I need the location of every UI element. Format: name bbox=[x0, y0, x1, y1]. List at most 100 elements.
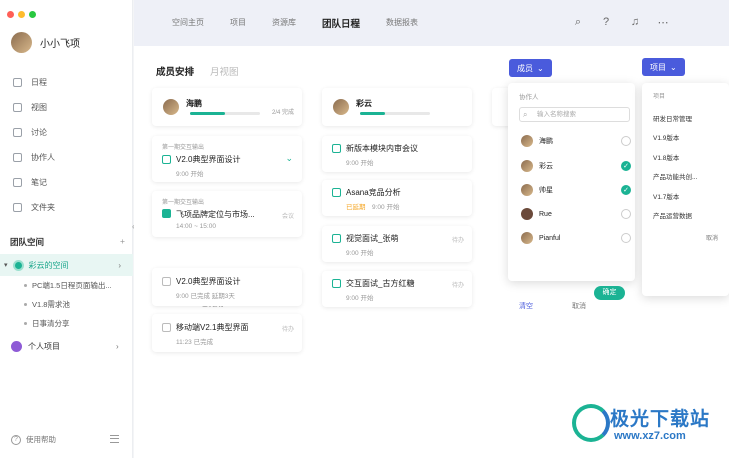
help-label: 使用帮助 bbox=[26, 435, 56, 444]
task-checkbox[interactable] bbox=[162, 155, 171, 164]
member-option[interactable]: 彩云 ✓ bbox=[521, 160, 631, 172]
task-card[interactable]: 新版本模块内审会议 9:00 开始 bbox=[322, 136, 472, 172]
member-radio[interactable] bbox=[621, 209, 631, 219]
sidebar-item-discussion[interactable]: 讨论 bbox=[0, 120, 133, 145]
project-option[interactable]: 产品功能共创... bbox=[653, 171, 697, 181]
chevron-right-icon[interactable]: › bbox=[118, 261, 121, 270]
space-item[interactable]: 日事清分享 bbox=[24, 318, 70, 329]
task-checkbox[interactable] bbox=[332, 144, 341, 153]
sidebar-item-active-space[interactable]: ▾ 彩云的空间 › bbox=[0, 254, 133, 276]
member-option[interactable]: Rue bbox=[521, 208, 631, 220]
cancel-button[interactable]: 取消 bbox=[572, 301, 586, 311]
chevron-right-icon[interactable]: › bbox=[116, 342, 119, 351]
space-item[interactable]: PC端1.5日程页面输出... bbox=[24, 280, 112, 291]
sidebar-item-label: 日程 bbox=[31, 78, 47, 87]
cancel-button[interactable]: 取消 bbox=[706, 233, 718, 242]
member-card[interactable]: 彩云 bbox=[322, 88, 472, 126]
caret-down-icon[interactable]: ▾ bbox=[4, 261, 8, 269]
avatar bbox=[521, 135, 533, 147]
task-card-done[interactable]: V2.0典型界面设计 9:00 已完成 延期3天 bbox=[152, 268, 302, 306]
clear-button[interactable]: 清空 bbox=[519, 301, 533, 311]
member-radio-checked[interactable]: ✓ bbox=[621, 161, 631, 171]
minimize-window-button[interactable] bbox=[18, 11, 25, 18]
member-option[interactable]: 帅星 ✓ bbox=[521, 184, 631, 196]
task-checkbox[interactable] bbox=[332, 188, 341, 197]
task-tag: 待办 bbox=[451, 283, 464, 289]
progress-text: 2/4 完成 bbox=[271, 110, 294, 116]
member-option[interactable]: Pianful bbox=[521, 232, 631, 244]
project-option[interactable]: V1.9版本 bbox=[653, 132, 679, 142]
task-checkbox[interactable] bbox=[332, 279, 341, 288]
member-name: 海鹏 bbox=[186, 98, 202, 108]
task-card[interactable]: 第一期交互输出 飞项品牌定位与市场... 14:00 ~ 15:00 会议 bbox=[152, 191, 302, 237]
member-radio[interactable] bbox=[621, 136, 631, 146]
tab-member-schedule[interactable]: 成员安排 bbox=[156, 64, 194, 78]
space-item[interactable]: V1.8需求池 bbox=[24, 299, 70, 310]
progress-bar bbox=[190, 112, 260, 115]
tab-team-schedule[interactable]: 团队日程 bbox=[322, 16, 360, 30]
sidebar-item-notes[interactable]: 笔记 bbox=[0, 170, 133, 195]
members-button-label: 成员 bbox=[517, 63, 533, 73]
main-content: 成员安排 月视图 成员 ⌄ 项目 ⌄ 海鹏 2/4 完成 第一期交互输出 V2.0典… bbox=[134, 46, 729, 458]
avatar bbox=[163, 99, 179, 115]
tab-data-report[interactable]: 数据报表 bbox=[386, 17, 418, 30]
tab-resources[interactable]: 资源库 bbox=[272, 17, 296, 30]
personal-label: 个人项目 bbox=[28, 342, 60, 351]
members-filter-button[interactable]: 成员 ⌄ bbox=[509, 59, 552, 77]
progress-fill bbox=[360, 112, 385, 115]
task-card[interactable]: Asana竞品分析 已延期 9:00 开始 bbox=[322, 180, 472, 216]
task-card[interactable]: 交互面试_古方红糖 9:00 开始 待办 bbox=[322, 271, 472, 307]
project-option[interactable]: 产品运营数据 bbox=[653, 210, 692, 220]
task-checkbox[interactable] bbox=[332, 234, 341, 243]
member-card[interactable]: 海鹏 2/4 完成 bbox=[152, 88, 302, 126]
task-card-done[interactable]: 移动端V2.1典型界面 11:23 已完成 待办 bbox=[152, 314, 302, 352]
add-space-button[interactable]: + bbox=[120, 236, 125, 248]
space-item-label: 日事清分享 bbox=[32, 319, 70, 328]
close-window-button[interactable] bbox=[7, 11, 14, 18]
tab-month-view[interactable]: 月视图 bbox=[210, 64, 239, 78]
avatar bbox=[521, 184, 533, 196]
sidebar-item-personal[interactable]: 个人项目 › bbox=[11, 341, 119, 352]
task-checkbox[interactable] bbox=[162, 277, 171, 286]
avatar bbox=[333, 99, 349, 115]
project-filter-button[interactable]: 项目 ⌄ bbox=[642, 58, 685, 76]
sidebar-item-label: 文件夹 bbox=[31, 203, 55, 212]
task-title: 新版本模块内审会议 bbox=[346, 144, 418, 153]
more-icon[interactable]: ⋯ bbox=[656, 16, 670, 30]
task-overdue: 已延期 bbox=[346, 204, 366, 211]
member-radio[interactable] bbox=[621, 233, 631, 243]
sidebar-item-view[interactable]: 视图 bbox=[0, 95, 133, 120]
task-tag: 会议 bbox=[281, 214, 294, 220]
task-card[interactable]: 第一期交互输出 V2.0典型界面设计 9:00 开始 ⌄ bbox=[152, 136, 302, 182]
help-icon[interactable]: ? bbox=[599, 16, 613, 30]
chevron-down-icon: ⌄ bbox=[537, 63, 544, 73]
watermark-text: 极光下载站 bbox=[610, 409, 711, 430]
project-option[interactable]: 研发日常管理 bbox=[653, 113, 692, 123]
member-option[interactable]: 海鹏 bbox=[521, 135, 631, 147]
sidebar-item-collaborators[interactable]: 协作人 bbox=[0, 145, 133, 170]
watermark: 极光下载站 www.xz7.com bbox=[570, 398, 720, 450]
space-label: 彩云的空间 bbox=[28, 260, 69, 270]
tab-projects[interactable]: 项目 bbox=[230, 17, 246, 30]
task-card[interactable]: 视觉面试_张萌 9:00 开始 待办 bbox=[322, 226, 472, 262]
task-meta: 9:00 开始 bbox=[346, 295, 374, 302]
member-search-input[interactable]: 输入名称搜索 bbox=[519, 107, 630, 122]
view-icon bbox=[13, 103, 22, 112]
sidebar-item-folder[interactable]: 文件夹 bbox=[0, 195, 133, 220]
help-link[interactable]: ? 使用帮助 bbox=[11, 434, 56, 445]
tab-space-home[interactable]: 空间主页 bbox=[172, 17, 204, 30]
maximize-window-button[interactable] bbox=[29, 11, 36, 18]
sidebar-item-schedule[interactable]: 日程 bbox=[0, 70, 133, 95]
task-checkbox[interactable] bbox=[162, 323, 171, 332]
confirm-button[interactable]: 确定 bbox=[594, 286, 625, 300]
member-radio-checked[interactable]: ✓ bbox=[621, 185, 631, 195]
avatar bbox=[521, 232, 533, 244]
bell-icon[interactable]: ♫ bbox=[628, 16, 642, 30]
project-option[interactable]: V1.8版本 bbox=[653, 152, 679, 162]
menu-icon[interactable] bbox=[110, 435, 119, 443]
chevron-down-icon[interactable]: ⌄ bbox=[285, 153, 293, 164]
project-option[interactable]: V1.7版本 bbox=[653, 191, 679, 201]
search-icon[interactable]: ⌕ bbox=[571, 16, 585, 30]
member-option-name: 海鹏 bbox=[539, 138, 553, 145]
user-profile[interactable]: 小小飞项 bbox=[11, 32, 80, 53]
